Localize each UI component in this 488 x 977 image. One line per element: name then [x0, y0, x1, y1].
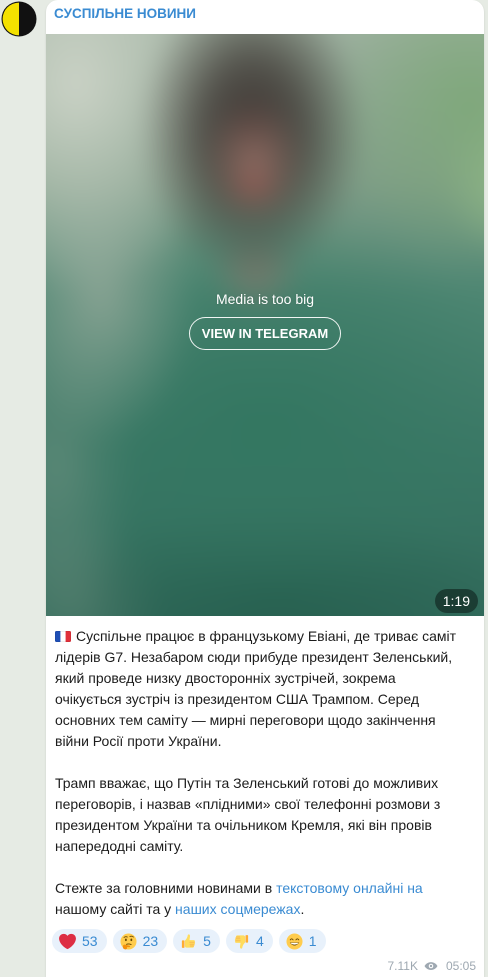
- reaction-heart[interactable]: 53: [52, 929, 107, 953]
- thumbs-down-icon: [233, 933, 250, 950]
- thinking-face-icon: [120, 932, 137, 950]
- message-paragraph: Трамп вважає, що Путін та Зеленський гот…: [55, 773, 456, 857]
- flag-france-icon: [55, 631, 71, 642]
- text-line: Стежте за головними новинами в текстовом…: [55, 878, 456, 899]
- reaction-beaming[interactable]: 1: [278, 929, 326, 953]
- video-preview[interactable]: Media is too big VIEW IN TELEGRAM 1:19: [46, 34, 484, 616]
- message-bubble: СУСПІЛЬНЕ НОВИНИ Media is too big VIEW I…: [46, 0, 484, 977]
- text-line-content: .: [300, 901, 305, 917]
- view-count: 7.11K: [387, 959, 418, 973]
- reaction-count: 5: [203, 933, 211, 949]
- text-line: лідерів G7. Незабаром сюди прибуде прези…: [55, 649, 453, 665]
- reaction-count: 53: [82, 933, 98, 949]
- post-time[interactable]: 05:05: [446, 958, 476, 974]
- text-line: який проведе низку двосторонніх зустріче…: [55, 670, 396, 686]
- reaction-count: 1: [308, 933, 317, 949]
- reaction-count: 23: [142, 933, 159, 949]
- beaming-face-icon: [286, 932, 303, 950]
- text-line-content: Суспільне працює в французькому Евіані, …: [76, 628, 457, 644]
- social-media-link[interactable]: наших соцмережах: [175, 901, 300, 917]
- message-paragraph: Суспільне працює в французькому Евіані, …: [55, 626, 456, 752]
- text-line-content: нашому сайті та у: [55, 901, 172, 917]
- text-line: війни Росії проти України.: [55, 733, 222, 749]
- reaction-thumbs-up[interactable]: 5: [173, 929, 220, 953]
- red-heart-icon: [59, 933, 76, 950]
- view-in-telegram-button[interactable]: VIEW IN TELEGRAM: [189, 317, 341, 350]
- message-paragraph: Стежте за головними новинами в текстовом…: [55, 878, 456, 920]
- thumbs-up-icon: [180, 933, 197, 950]
- text-line: основних тем саміту — мирні переговори щ…: [55, 712, 436, 728]
- message-meta: 7.11K 05:05: [388, 958, 477, 974]
- text-line: Трамп вважає, що Путін та Зеленський гот…: [55, 775, 439, 791]
- text-line: напередодні саміту.: [55, 838, 184, 854]
- message-text: Суспільне працює в французькому Евіані, …: [55, 626, 456, 920]
- text-line: президентом України та очільником Кремля…: [55, 817, 432, 833]
- text-line-content: Стежте за головними новинами в: [55, 880, 273, 896]
- reaction-thinking[interactable]: 23: [112, 929, 168, 953]
- reaction-count: 4: [255, 933, 264, 949]
- reaction-thumbs-down[interactable]: 4: [225, 929, 273, 953]
- live-blog-link[interactable]: текстовому онлайні на: [276, 880, 423, 896]
- eye-icon: [424, 961, 438, 971]
- text-line: Суспільне працює в французькому Евіані, …: [55, 626, 456, 647]
- text-line: очікується зустріч із президентом США Тр…: [55, 691, 420, 707]
- text-line: переговорів, і назвав «плідними» свої те…: [55, 796, 441, 812]
- video-duration: 1:19: [434, 589, 478, 613]
- text-line: нашому сайті та у наших соцмережах.: [55, 899, 456, 920]
- suspilne-logo-icon[interactable]: [1, 1, 37, 37]
- channel-name[interactable]: СУСПІЛЬНЕ НОВИНИ: [54, 5, 196, 23]
- media-notice: Media is too big: [215, 291, 315, 307]
- reactions-bar: 53 23 5 4 1: [52, 929, 332, 953]
